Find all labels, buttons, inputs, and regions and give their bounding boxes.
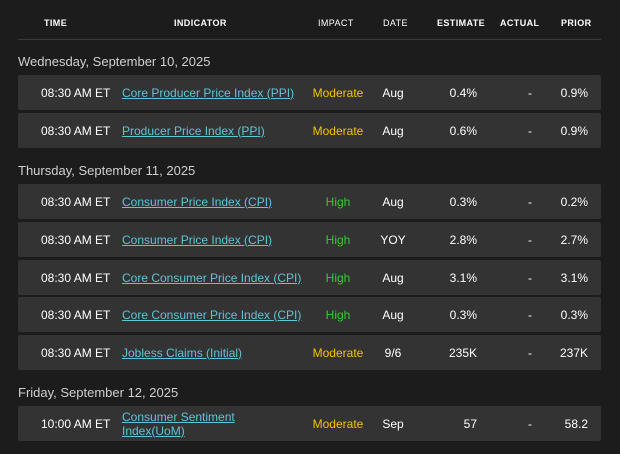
- actual-value: -: [528, 85, 532, 100]
- estimate-value: 0.6%: [449, 123, 477, 138]
- estimate-value: 235K: [448, 345, 477, 360]
- impact-label: Moderate: [312, 345, 364, 360]
- actual-value: -: [528, 307, 532, 322]
- table-row: 08:30 AM ET Core Producer Price Index (P…: [18, 75, 601, 110]
- indicator-link[interactable]: Core Consumer Price Index (CPI): [122, 271, 301, 285]
- impact-label: High: [325, 194, 351, 209]
- prior-value: 2.7%: [560, 232, 588, 247]
- prior-value: 0.2%: [560, 194, 588, 209]
- date-heading: Thursday, September 11, 2025: [18, 163, 196, 178]
- prior-value: 0.3%: [560, 307, 588, 322]
- indicator-link[interactable]: Core Producer Price Index (PPI): [122, 86, 294, 100]
- actual-value: -: [528, 194, 532, 209]
- table-row: 08:30 AM ET Producer Price Index (PPI) M…: [18, 113, 601, 148]
- column-header-impact: IMPACT: [318, 18, 354, 28]
- event-time: 08:30 AM ET: [41, 232, 111, 247]
- event-date: Aug: [382, 307, 404, 322]
- indicator-link[interactable]: Consumer Sentiment Index(UoM): [122, 410, 262, 438]
- estimate-value: 57: [463, 416, 477, 431]
- estimate-value: 0.3%: [449, 194, 477, 209]
- event-time: 08:30 AM ET: [41, 123, 111, 138]
- estimate-value: 2.8%: [449, 232, 477, 247]
- actual-value: -: [528, 232, 532, 247]
- date-heading: Friday, September 12, 2025: [18, 385, 179, 400]
- event-time: 08:30 AM ET: [41, 85, 111, 100]
- table-row: 08:30 AM ET Consumer Price Index (CPI) H…: [18, 222, 601, 257]
- prior-value: 0.9%: [560, 123, 588, 138]
- indicator-link[interactable]: Jobless Claims (Initial): [122, 346, 242, 360]
- table-row: 08:30 AM ET Core Consumer Price Index (C…: [18, 297, 601, 332]
- column-header-estimate: ESTIMATE: [437, 18, 486, 28]
- impact-label: Moderate: [312, 416, 364, 431]
- event-date: Aug: [382, 194, 404, 209]
- table-row: 10:00 AM ET Consumer Sentiment Index(UoM…: [18, 406, 601, 441]
- table-row: 08:30 AM ET Consumer Price Index (CPI) H…: [18, 184, 601, 219]
- impact-label: High: [325, 232, 351, 247]
- impact-label: High: [325, 307, 351, 322]
- table-row: 08:30 AM ET Core Consumer Price Index (C…: [18, 260, 601, 295]
- economic-calendar: TIME INDICATOR IMPACT DATE ESTIMATE ACTU…: [0, 0, 620, 454]
- actual-value: -: [528, 345, 532, 360]
- event-time: 08:30 AM ET: [41, 194, 111, 209]
- event-date: Aug: [382, 85, 404, 100]
- actual-value: -: [528, 123, 532, 138]
- event-date: Sep: [382, 416, 404, 431]
- indicator-link[interactable]: Producer Price Index (PPI): [122, 124, 265, 138]
- prior-value: 58.2: [564, 416, 588, 431]
- indicator-link[interactable]: Consumer Price Index (CPI): [122, 195, 272, 209]
- event-date: YOY: [380, 232, 406, 247]
- date-heading: Wednesday, September 10, 2025: [18, 54, 211, 69]
- impact-label: High: [325, 270, 351, 285]
- prior-value: 0.9%: [560, 85, 588, 100]
- event-time: 10:00 AM ET: [41, 416, 111, 431]
- indicator-link[interactable]: Core Consumer Price Index (CPI): [122, 308, 301, 322]
- prior-value: 3.1%: [560, 270, 588, 285]
- event-date: Aug: [382, 123, 404, 138]
- estimate-value: 0.3%: [449, 307, 477, 322]
- prior-value: 237K: [559, 345, 588, 360]
- event-date: 9/6: [384, 345, 402, 360]
- column-header-time: TIME: [44, 18, 68, 28]
- column-header-actual: ACTUAL: [500, 18, 540, 28]
- event-time: 08:30 AM ET: [41, 270, 111, 285]
- event-time: 08:30 AM ET: [41, 345, 111, 360]
- actual-value: -: [528, 270, 532, 285]
- estimate-value: 0.4%: [449, 85, 477, 100]
- actual-value: -: [528, 416, 532, 431]
- impact-label: Moderate: [312, 85, 364, 100]
- event-time: 08:30 AM ET: [41, 307, 111, 322]
- column-header-indicator: INDICATOR: [174, 18, 227, 28]
- column-header-prior: PRIOR: [561, 18, 592, 28]
- event-date: Aug: [382, 270, 404, 285]
- column-header-date: DATE: [383, 18, 408, 28]
- table-header: TIME INDICATOR IMPACT DATE ESTIMATE ACTU…: [18, 0, 601, 40]
- indicator-link[interactable]: Consumer Price Index (CPI): [122, 233, 272, 247]
- estimate-value: 3.1%: [449, 270, 477, 285]
- table-row: 08:30 AM ET Jobless Claims (Initial) Mod…: [18, 335, 601, 370]
- impact-label: Moderate: [312, 123, 364, 138]
